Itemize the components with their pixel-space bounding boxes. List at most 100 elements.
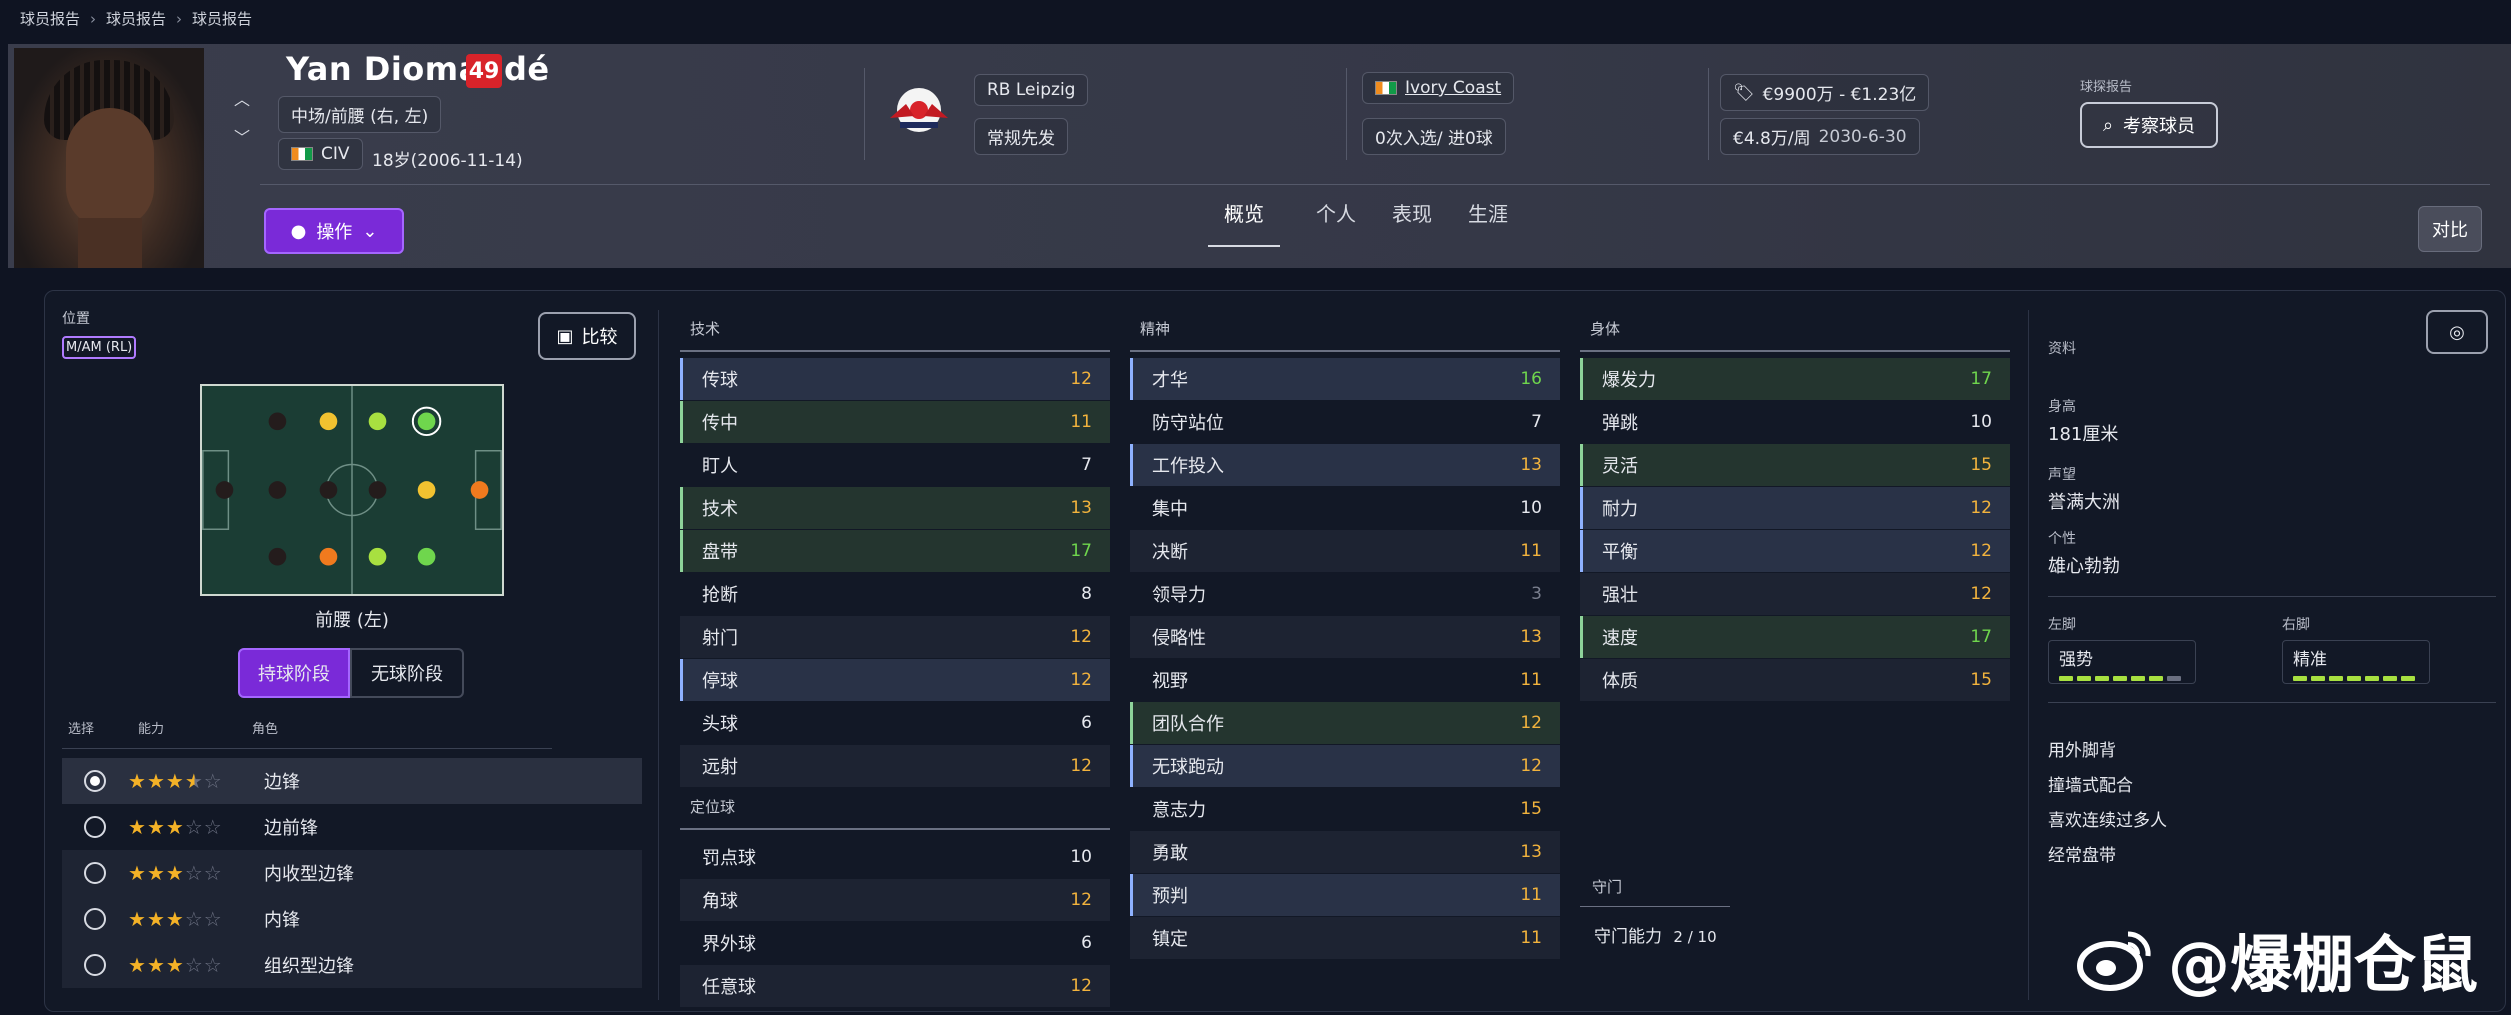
attribute-row[interactable]: 镇定 11 <box>1130 917 1560 959</box>
attribute-name: 侵略性 <box>1152 628 1206 649</box>
role-row[interactable]: ★★★☆☆ 内锋 <box>62 896 642 942</box>
attribute-row[interactable]: 盘带 17 <box>680 530 1110 572</box>
in-possession-button[interactable]: 持球阶段 <box>238 648 350 698</box>
attribute-row[interactable]: 勇敢 13 <box>1130 831 1560 873</box>
nationality-pill[interactable]: Ivory Coast <box>1362 72 1515 104</box>
attribute-row[interactable]: 团队合作 12 <box>1130 702 1560 744</box>
attribute-row[interactable]: 界外球 6 <box>680 922 1110 964</box>
position-dot[interactable] <box>417 481 436 499</box>
star-icon: ☆ <box>184 907 204 931</box>
attribute-row[interactable]: 强壮 12 <box>1580 573 2010 615</box>
role-radio[interactable] <box>84 816 106 838</box>
position-tag[interactable]: M/AM (RL) <box>62 336 137 359</box>
attribute-row[interactable]: 预判 11 <box>1130 874 1560 916</box>
position-dot[interactable] <box>319 481 338 499</box>
attribute-row[interactable]: 侵略性 13 <box>1130 616 1560 658</box>
tab-performance[interactable]: 表现 <box>1392 198 1432 247</box>
attribute-row[interactable]: 平衡 12 <box>1580 530 2010 572</box>
position-dot[interactable] <box>215 481 234 499</box>
star-icon: ★ <box>128 907 147 931</box>
role-row[interactable]: ★★★★☆ 边锋 <box>62 758 642 804</box>
role-radio[interactable] <box>84 862 106 884</box>
attribute-row[interactable]: 头球 6 <box>680 702 1110 744</box>
tab-overview[interactable]: 概览 <box>1208 198 1280 247</box>
tab-career[interactable]: 生涯 <box>1468 198 1508 247</box>
attribute-row[interactable]: 速度 17 <box>1580 616 2010 658</box>
attribute-row[interactable]: 防守站位 7 <box>1130 401 1560 443</box>
nationality-link[interactable]: Ivory Coast <box>1405 78 1501 98</box>
out-of-possession-button[interactable]: 无球阶段 <box>350 648 464 698</box>
attribute-row[interactable]: 弹跳 10 <box>1580 401 2010 443</box>
position-dot[interactable] <box>368 481 387 499</box>
role-row[interactable]: ★★★☆☆ 边前锋 <box>62 804 642 850</box>
position-dot[interactable] <box>319 412 338 431</box>
position-dot[interactable] <box>470 481 489 499</box>
player-traits: 用外脚背 撞墙式配合 喜欢连续过多人 经常盘带 <box>2048 736 2167 866</box>
left-foot-box: 强势 <box>2048 640 2196 684</box>
attribute-row[interactable]: 才华 16 <box>1130 358 1560 400</box>
attribute-row[interactable]: 角球 12 <box>680 879 1110 921</box>
chevron-up-icon[interactable]: ︿ <box>234 86 250 110</box>
position-dot[interactable] <box>268 481 287 499</box>
attribute-row[interactable]: 抢断 8 <box>680 573 1110 615</box>
value-text: €9900万 - €1.23亿 <box>1762 85 1917 105</box>
attribute-value: 12 <box>1070 756 1092 776</box>
attribute-row[interactable]: 体质 15 <box>1580 659 2010 701</box>
position-dot[interactable] <box>268 547 287 566</box>
position-dot[interactable] <box>319 547 338 566</box>
position-dot[interactable] <box>268 412 287 431</box>
attribute-row[interactable]: 视野 11 <box>1130 659 1560 701</box>
foot-bar-segment <box>2131 676 2145 681</box>
position-dot[interactable] <box>368 547 387 566</box>
attribute-value: 11 <box>1520 670 1542 690</box>
compare-positions-button[interactable]: ▣ 比较 <box>538 312 636 360</box>
attribute-row[interactable]: 爆发力 17 <box>1580 358 2010 400</box>
attribute-row[interactable]: 罚点球 10 <box>680 836 1110 878</box>
player-profile-button[interactable]: ◎ <box>2426 310 2488 354</box>
attribute-row[interactable]: 集中 10 <box>1130 487 1560 529</box>
chevron-down-icon[interactable]: ﹀ <box>234 124 250 148</box>
attribute-row[interactable]: 盯人 7 <box>680 444 1110 486</box>
position-dot[interactable] <box>417 412 436 431</box>
attribute-row[interactable]: 意志力 15 <box>1130 788 1560 830</box>
foot-bar-segment <box>2113 676 2127 681</box>
attribute-value: 12 <box>1070 976 1092 996</box>
attribute-row[interactable]: 射门 12 <box>680 616 1110 658</box>
role-radio[interactable] <box>84 770 106 792</box>
attribute-row[interactable]: 决断 11 <box>1130 530 1560 572</box>
mental-title: 精神 <box>1140 320 1171 338</box>
scout-player-button[interactable]: ⌕ 考察球员 <box>2080 102 2218 148</box>
foot-bar-segment <box>2365 676 2379 681</box>
tab-bar: 概览 个人 表现 生涯 <box>1208 198 1508 247</box>
attribute-name: 盯人 <box>702 456 738 477</box>
attribute-row[interactable]: 无球跑动 12 <box>1130 745 1560 787</box>
attribute-row[interactable]: 灵活 15 <box>1580 444 2010 486</box>
attribute-row[interactable]: 耐力 12 <box>1580 487 2010 529</box>
actions-button[interactable]: ● 操作 ⌄ <box>264 208 404 254</box>
attribute-row[interactable]: 领导力 3 <box>1130 573 1560 615</box>
attribute-row[interactable]: 任意球 12 <box>680 965 1110 1007</box>
attribute-name: 传球 <box>702 370 738 391</box>
divider <box>2048 702 2496 703</box>
breadcrumb-item[interactable]: 球员报告 <box>20 8 80 29</box>
attribute-row[interactable]: 工作投入 13 <box>1130 444 1560 486</box>
club-pill[interactable]: RB Leipzig <box>974 74 1089 106</box>
age-dob: 18岁(2006-11-14) <box>372 151 523 171</box>
foot-bar-segment <box>2293 676 2307 681</box>
tab-personal[interactable]: 个人 <box>1316 198 1356 247</box>
attribute-row[interactable]: 传中 11 <box>680 401 1110 443</box>
attribute-row[interactable]: 停球 12 <box>680 659 1110 701</box>
position-dot[interactable] <box>368 412 387 431</box>
compare-button[interactable]: 对比 <box>2418 206 2482 252</box>
position-pitch[interactable] <box>200 384 504 596</box>
role-row[interactable]: ★★★☆☆ 组织型边锋 <box>62 942 642 988</box>
attribute-row[interactable]: 传球 12 <box>680 358 1110 400</box>
breadcrumb-item[interactable]: 球员报告 <box>106 8 166 29</box>
attribute-row[interactable]: 远射 12 <box>680 745 1110 787</box>
attribute-row[interactable]: 技术 13 <box>680 487 1110 529</box>
position-dot[interactable] <box>417 547 436 566</box>
role-radio[interactable] <box>84 908 106 930</box>
role-row[interactable]: ★★★☆☆ 内收型边锋 <box>62 850 642 896</box>
role-radio[interactable] <box>84 954 106 976</box>
col-role: 角色 <box>252 722 279 737</box>
